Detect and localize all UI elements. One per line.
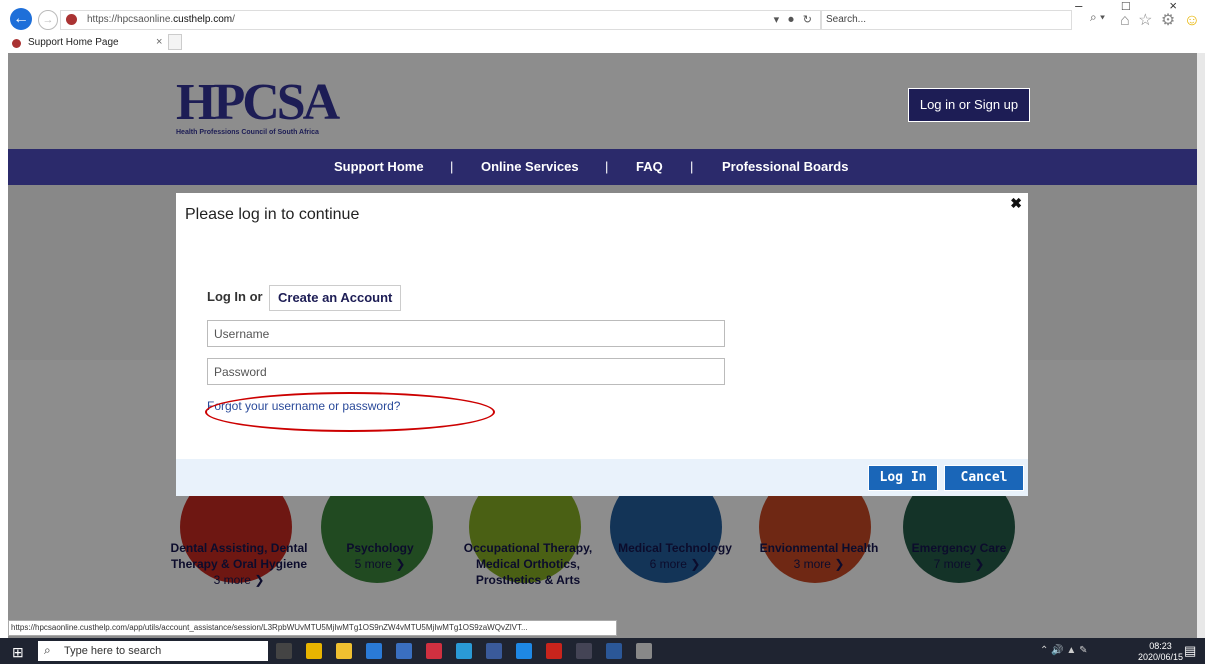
photos-icon[interactable] [576, 643, 592, 659]
browser-tab[interactable]: Support Home Page × [6, 35, 186, 52]
browser-search-input[interactable]: Search... [820, 10, 1072, 30]
red-highlight-oval [205, 392, 495, 432]
login-label: Log In or [207, 289, 263, 304]
category-occupational[interactable]: Occupational Therapy, Medical Orthotics,… [453, 540, 603, 588]
nav-separator: | [690, 159, 694, 174]
hpcsa-logo[interactable]: HPCSA Health Professions Council of Sout… [176, 77, 346, 137]
address-bar[interactable]: https://hpcsaonline.custhelp.com/ ▾ ⏺ ↻ [60, 10, 822, 30]
login-modal: Please log in to continue ✖ Log In or Cr… [176, 193, 1028, 496]
username-field[interactable]: Username [207, 320, 725, 347]
tab-favicon-icon [12, 39, 21, 48]
login-button[interactable]: Log In [868, 465, 938, 491]
category-medtech[interactable]: Medical Technology 6 more ❯ [600, 540, 750, 572]
category-dental[interactable]: Dental Assisting, Dental Therapy & Oral … [164, 540, 314, 588]
nav-support-home[interactable]: Support Home [334, 159, 424, 174]
close-icon[interactable]: ✖ [1010, 195, 1022, 212]
category-env-health[interactable]: Envionmental Health 3 more ❯ [744, 540, 894, 572]
skype-icon[interactable] [456, 643, 472, 659]
system-tray-icons[interactable]: ⌃ 🔊 ▲ ✎ [1040, 645, 1087, 656]
windows-taskbar: ⊞ ⌕ Type here to search ⌃ 🔊 ▲ ✎ 08:23 20… [0, 638, 1205, 664]
new-tab-button[interactable] [168, 34, 182, 50]
login-signup-button[interactable]: Log in or Sign up [908, 88, 1030, 122]
back-button[interactable]: ← [10, 8, 32, 30]
teams-icon[interactable] [486, 643, 502, 659]
windows-start-icon[interactable]: ⊞ [12, 644, 24, 661]
clock[interactable]: 08:23 2020/06/15 [1138, 641, 1183, 663]
page-scrollbar[interactable] [1197, 53, 1205, 638]
file-explorer-icon[interactable] [336, 643, 352, 659]
word-icon[interactable] [606, 643, 622, 659]
nav-faq[interactable]: FAQ [636, 159, 663, 174]
forward-button[interactable]: → [38, 10, 58, 30]
nav-professional-boards[interactable]: Professional Boards [722, 159, 848, 174]
sticky-notes-icon[interactable] [306, 643, 322, 659]
main-nav: Support Home | Online Services | FAQ | P… [8, 149, 1197, 185]
status-bar-url: https://hpcsaonline.custhelp.com/app/uti… [8, 620, 617, 636]
notifications-icon[interactable]: ▤ [1184, 643, 1196, 659]
nav-online-services[interactable]: Online Services [481, 159, 579, 174]
toolbar-icons[interactable]: ⌂ ☆ ⚙ ☺ [1120, 10, 1202, 30]
nav-separator: | [605, 159, 609, 174]
password-field[interactable]: Password [207, 358, 725, 385]
window-controls[interactable]: – □ × [1075, 0, 1195, 13]
tab-close-icon[interactable]: × [156, 36, 162, 48]
paint-icon[interactable] [636, 643, 652, 659]
site-header: HPCSA Health Professions Council of Sout… [8, 53, 1197, 149]
nav-separator: | [450, 159, 454, 174]
search-icon: ⌕ [44, 643, 51, 657]
acrobat-icon[interactable] [546, 643, 562, 659]
modal-title: Please log in to continue [185, 206, 360, 223]
category-psychology[interactable]: Psychology 5 more ❯ [305, 540, 455, 572]
task-view-icon[interactable] [276, 643, 292, 659]
refresh-icon[interactable]: ▾ ⏺ ↻ [774, 13, 815, 27]
browser-chrome: ← → https://hpcsaonline.custhelp.com/ ▾ … [0, 0, 1205, 53]
internet-explorer-icon[interactable] [516, 643, 532, 659]
feedback-smiley-icon[interactable]: ☺ [1184, 12, 1202, 29]
office-icon[interactable] [426, 643, 442, 659]
site-favicon-icon [66, 14, 77, 25]
url-text: https://hpcsaonline.custhelp.com/ [87, 14, 235, 25]
taskbar-search-input[interactable]: ⌕ Type here to search [38, 641, 268, 661]
category-emergency[interactable]: Emergency Care 7 more ❯ [884, 540, 1034, 572]
store-icon[interactable] [396, 643, 412, 659]
edge-icon[interactable] [366, 643, 382, 659]
create-account-button[interactable]: Create an Account [269, 285, 402, 311]
cancel-button[interactable]: Cancel [944, 465, 1024, 491]
